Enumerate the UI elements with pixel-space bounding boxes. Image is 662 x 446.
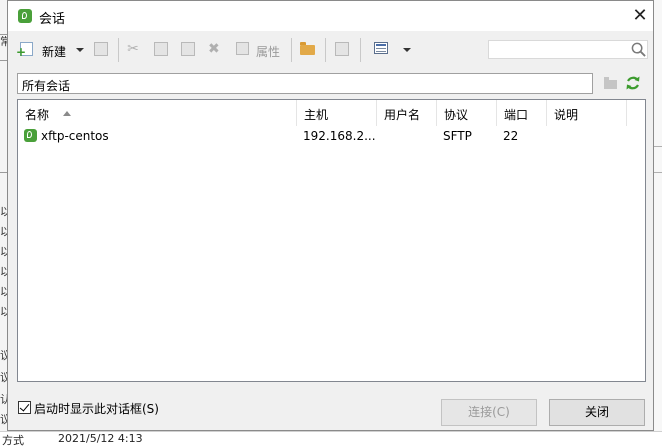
new-folder-icon[interactable]: [300, 42, 315, 55]
parent-folder-icon[interactable]: [604, 77, 617, 89]
search-input[interactable]: [488, 40, 648, 59]
column-header-host[interactable]: 主机: [297, 100, 377, 126]
new-session-button[interactable]: 新建: [12, 40, 74, 60]
table-row[interactable]: xftp-centos 192.168.2... SFTP 22: [18, 126, 645, 146]
toolbar-separator: [291, 38, 292, 62]
column-header-label: 用户名: [384, 108, 421, 122]
column-header-label: 名称: [25, 108, 50, 122]
properties-icon[interactable]: [236, 42, 249, 55]
new-session-label: 新建: [42, 45, 67, 59]
session-icon: [24, 129, 37, 142]
cell-name: xftp-centos: [41, 129, 109, 143]
xftp-app-icon: [18, 9, 32, 23]
toolbar: 新建 ✂ ✖ 属性: [8, 36, 653, 64]
column-header-description[interactable]: 说明: [547, 100, 627, 126]
show-on-startup-label[interactable]: 启动时显示此对话框(S): [34, 400, 159, 417]
cell-protocol: SFTP: [443, 129, 472, 143]
session-list[interactable]: 名称 主机 用户名 协议 端口 说明 xftp-centos 192.168.2…: [17, 99, 646, 382]
toolbar-separator: [360, 38, 361, 62]
column-header-port[interactable]: 端口: [497, 100, 547, 126]
sort-ascending-icon: [63, 111, 71, 116]
sessions-dialog: 会话 ✕ 新建 ✂ ✖ 属性 所有会话: [7, 0, 654, 431]
column-header-name[interactable]: 名称: [18, 100, 297, 126]
copy-icon[interactable]: [154, 42, 168, 56]
bg-bottom-date: 2021/5/12 4:13: [58, 432, 143, 445]
new-session-icon: [16, 42, 33, 58]
column-header-username[interactable]: 用户名: [377, 100, 437, 126]
close-icon[interactable]: ✕: [628, 4, 652, 28]
column-header-label: 协议: [444, 108, 469, 122]
session-list-header: 名称 主机 用户名 协议 端口 说明: [18, 100, 645, 126]
view-dropdown-chevron-icon[interactable]: [403, 48, 411, 52]
background-window-bottom: 方式 2021/5/12 4:13: [0, 431, 662, 446]
open-session-icon[interactable]: [94, 42, 108, 56]
close-button[interactable]: 关闭: [549, 399, 645, 426]
connect-button[interactable]: 连接(C): [441, 399, 537, 426]
dialog-title: 会话: [39, 12, 66, 27]
new-dropdown-chevron-icon[interactable]: [76, 48, 84, 52]
view-mode-icon[interactable]: [374, 42, 388, 54]
properties-button-label[interactable]: 属性: [256, 43, 280, 60]
toolbar-separator: [325, 38, 326, 62]
refresh-icon[interactable]: [625, 75, 641, 91]
search-icon[interactable]: [631, 42, 646, 57]
bg-bottom-label: 方式: [2, 434, 24, 446]
cell-host: 192.168.2...: [303, 129, 376, 143]
cut-icon[interactable]: ✂: [126, 42, 140, 56]
background-window-right-edge: [653, 0, 662, 445]
session-path-bar[interactable]: 所有会话: [17, 73, 593, 94]
delete-icon[interactable]: ✖: [208, 42, 222, 56]
title-bar: 会话 ✕: [8, 1, 653, 31]
cell-port: 22: [503, 129, 519, 143]
column-header-label: 说明: [554, 108, 579, 122]
rename-icon[interactable]: [335, 42, 349, 56]
paste-icon[interactable]: [181, 42, 195, 56]
column-header-label: 主机: [304, 108, 329, 122]
session-path-text: 所有会话: [22, 79, 71, 93]
column-header-protocol[interactable]: 协议: [437, 100, 497, 126]
column-header-label: 端口: [504, 108, 529, 122]
toolbar-separator: [118, 38, 119, 62]
show-on-startup-checkbox[interactable]: [18, 401, 31, 414]
